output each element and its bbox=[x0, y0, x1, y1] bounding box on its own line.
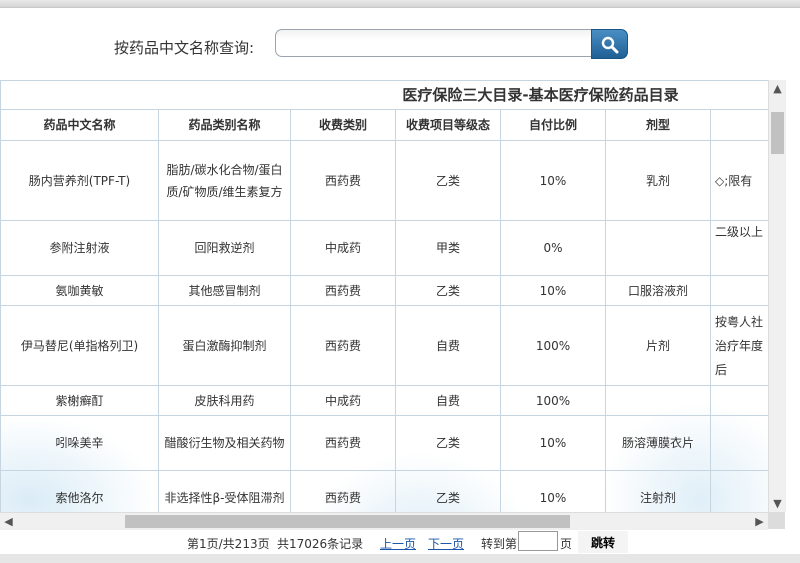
fee-type: 西药费 bbox=[290, 470, 396, 512]
search-icon bbox=[601, 36, 619, 54]
drug-category: 其他感冒制剂 bbox=[158, 275, 291, 306]
fee-type: 西药费 bbox=[290, 140, 396, 221]
fee-type: 中成药 bbox=[290, 220, 396, 276]
remark bbox=[709, 385, 768, 416]
scroll-right-icon[interactable]: ▶ bbox=[751, 513, 768, 530]
self-pay-ratio: 100% bbox=[500, 305, 606, 386]
column-header: 剂型 bbox=[605, 109, 711, 141]
column-header: 自付比例 bbox=[500, 109, 606, 141]
page-info: 第1页/共213页 bbox=[187, 537, 270, 551]
bottom-strip bbox=[0, 554, 800, 563]
drug-table: 医疗保险三大目录-基本医疗保险药品目录 药品中文名称 药品类别名称 收费类别 收… bbox=[0, 80, 768, 512]
drug-category: 非选择性β-受体阻滞剂 bbox=[158, 470, 291, 512]
drug-name: 紫榭癣酊 bbox=[0, 385, 159, 416]
drug-name: 索他洛尔 bbox=[0, 470, 159, 512]
fee-type: 中成药 bbox=[290, 385, 396, 416]
dosage-form bbox=[605, 220, 711, 276]
drug-name: 肠内营养剂(TPF-T) bbox=[0, 140, 159, 221]
fee-grade: 自费 bbox=[395, 305, 501, 386]
self-pay-ratio: 0% bbox=[500, 220, 606, 276]
goto-prefix: 转到第 bbox=[481, 537, 518, 551]
self-pay-ratio: 10% bbox=[500, 415, 606, 471]
goto-button[interactable]: 跳转 bbox=[578, 531, 628, 553]
fee-grade: 甲类 bbox=[395, 220, 501, 276]
search-label: 按药品中文名称查询: bbox=[114, 39, 255, 57]
pagination-bar: 第1页/共213页 共17026条记录 上一页 下一页 转到第 页 跳转 bbox=[0, 530, 800, 554]
scroll-corner bbox=[768, 512, 785, 529]
fee-grade: 乙类 bbox=[395, 415, 501, 471]
dosage-form: 乳剂 bbox=[605, 140, 711, 221]
self-pay-ratio: 10% bbox=[500, 140, 606, 221]
drug-table-panel: 医疗保险三大目录-基本医疗保险药品目录 药品中文名称 药品类别名称 收费类别 收… bbox=[0, 80, 785, 512]
table-header-row: 药品中文名称 药品类别名称 收费类别 收费项目等级态 自付比例 剂型 bbox=[0, 109, 768, 141]
dosage-form: 肠溶薄膜衣片 bbox=[605, 415, 711, 471]
scroll-left-icon[interactable]: ◀ bbox=[0, 513, 17, 530]
remark: 按粤人社 治疗年度 后 bbox=[709, 305, 768, 386]
drug-name: 吲哚美辛 bbox=[0, 415, 159, 471]
dosage-form: 片剂 bbox=[605, 305, 711, 386]
goto-suffix: 页 bbox=[560, 537, 573, 551]
table-row: 肠内营养剂(TPF-T) 脂肪/碳水化合物/蛋白质/矿物质/维生素复方 西药费 … bbox=[0, 140, 768, 221]
table-row: 索他洛尔 非选择性β-受体阻滞剂 西药费 乙类 10% 注射剂 bbox=[0, 470, 768, 512]
self-pay-ratio: 100% bbox=[500, 385, 606, 416]
table-title-row: 医疗保险三大目录-基本医疗保险药品目录 bbox=[0, 80, 768, 110]
self-pay-ratio: 10% bbox=[500, 470, 606, 512]
remark bbox=[709, 470, 768, 512]
scroll-up-icon[interactable]: ▲ bbox=[769, 80, 786, 97]
drug-category: 醋酸衍生物及相关药物 bbox=[158, 415, 291, 471]
self-pay-ratio: 10% bbox=[500, 275, 606, 306]
drug-name: 氨咖黄敏 bbox=[0, 275, 159, 306]
column-header: 药品中文名称 bbox=[0, 109, 159, 141]
column-header bbox=[709, 109, 768, 141]
fee-type: 西药费 bbox=[290, 415, 396, 471]
horizontal-scroll-thumb[interactable] bbox=[125, 515, 570, 528]
search-input[interactable] bbox=[275, 29, 591, 57]
table-row: 氨咖黄敏 其他感冒制剂 西药费 乙类 10% 口服溶液剂 bbox=[0, 275, 768, 306]
top-strip bbox=[0, 0, 800, 8]
table-row: 吲哚美辛 醋酸衍生物及相关药物 西药费 乙类 10% 肠溶薄膜衣片 bbox=[0, 415, 768, 471]
scroll-down-icon[interactable]: ▼ bbox=[769, 495, 786, 512]
search-button[interactable] bbox=[591, 29, 628, 59]
remark bbox=[709, 415, 768, 471]
fee-grade: 乙类 bbox=[395, 140, 501, 221]
drug-category: 脂肪/碳水化合物/蛋白质/矿物质/维生素复方 bbox=[158, 140, 291, 221]
fee-type: 西药费 bbox=[290, 305, 396, 386]
prev-page-link[interactable]: 上一页 bbox=[380, 535, 416, 552]
remark: ◇;限有 bbox=[709, 140, 768, 221]
drug-table-viewport: 医疗保险三大目录-基本医疗保险药品目录 药品中文名称 药品类别名称 收费类别 收… bbox=[0, 80, 768, 512]
dosage-form: 口服溶液剂 bbox=[605, 275, 711, 306]
remark bbox=[709, 275, 768, 306]
vertical-scroll-thumb[interactable] bbox=[771, 112, 784, 154]
drug-name: 伊马替尼(单指格列卫) bbox=[0, 305, 159, 386]
table-title: 医疗保险三大目录-基本医疗保险药品目录 bbox=[0, 80, 768, 110]
column-header: 药品类别名称 bbox=[158, 109, 291, 141]
table-row: 伊马替尼(单指格列卫) 蛋白激酶抑制剂 西药费 自费 100% 片剂 按粤人社 … bbox=[0, 305, 768, 386]
drug-name: 参附注射液 bbox=[0, 220, 159, 276]
drug-category: 蛋白激酶抑制剂 bbox=[158, 305, 291, 386]
goto-page-input[interactable] bbox=[518, 531, 558, 551]
fee-type: 西药费 bbox=[290, 275, 396, 306]
search-bar: 按药品中文名称查询: bbox=[0, 28, 800, 62]
dosage-form bbox=[605, 385, 711, 416]
fee-grade: 乙类 bbox=[395, 470, 501, 512]
drug-category: 回阳救逆剂 bbox=[158, 220, 291, 276]
remark: 二级以上 bbox=[709, 220, 768, 276]
dosage-form: 注射剂 bbox=[605, 470, 711, 512]
column-header: 收费类别 bbox=[290, 109, 396, 141]
column-header: 收费项目等级态 bbox=[395, 109, 501, 141]
next-page-link[interactable]: 下一页 bbox=[428, 535, 464, 552]
drug-category: 皮肤科用药 bbox=[158, 385, 291, 416]
table-row: 参附注射液 回阳救逆剂 中成药 甲类 0% 二级以上 bbox=[0, 220, 768, 276]
record-count: 共17026条记录 bbox=[277, 537, 364, 551]
horizontal-scrollbar[interactable]: ◀ ▶ bbox=[0, 512, 768, 530]
vertical-scrollbar[interactable]: ▲ ▼ bbox=[768, 80, 786, 512]
fee-grade: 乙类 bbox=[395, 275, 501, 306]
fee-grade: 自费 bbox=[395, 385, 501, 416]
table-row: 紫榭癣酊 皮肤科用药 中成药 自费 100% bbox=[0, 385, 768, 416]
